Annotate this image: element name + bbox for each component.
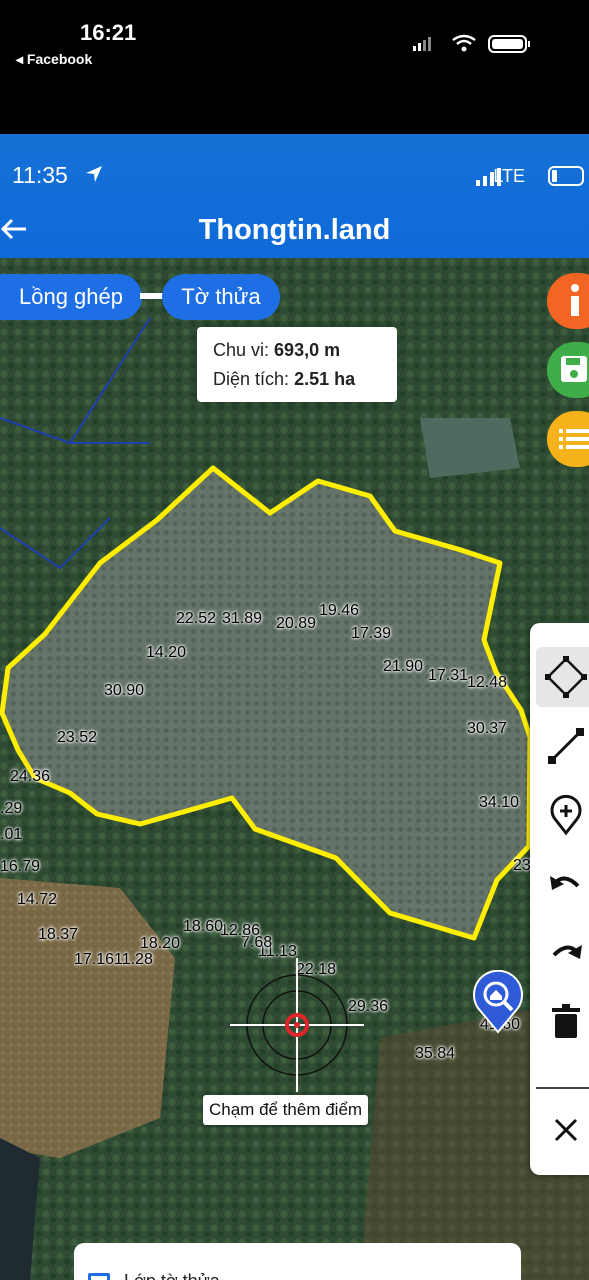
undo-button[interactable] — [536, 854, 589, 914]
app-title: Thongtin.land — [198, 214, 391, 246]
delete-button[interactable] — [536, 992, 589, 1052]
outer-status-bar: 16:21 ◂ Facebook — [0, 0, 589, 134]
segment-label: 12.86 — [220, 922, 261, 939]
redo-icon — [552, 945, 582, 959]
segment-label: 24.36 — [10, 768, 51, 785]
close-icon — [554, 1118, 578, 1142]
list-icon — [559, 429, 589, 449]
segment-label: 23.52 — [57, 729, 98, 746]
area-row: Diện tích: 2.51 ha — [213, 369, 355, 390]
save-icon — [561, 356, 587, 382]
segment-label: 14.20 — [146, 644, 187, 661]
add-point-icon — [550, 794, 582, 836]
layer-bottom-sheet[interactable]: Lớp tờ thửa — [74, 1243, 521, 1280]
segment-label: .29 — [0, 800, 23, 817]
segment-label: 14.72 — [17, 891, 58, 908]
segment-label: 12.48 — [467, 674, 508, 691]
segment-label: 20.89 — [276, 615, 317, 632]
drawing-toolbar — [530, 623, 589, 1175]
segment-label: 18.37 — [38, 926, 79, 943]
app-header: 11:35 LTE Thongtin.land — [0, 134, 589, 258]
segment-label: .01 — [0, 826, 23, 843]
segment-label: 11.28 — [114, 951, 153, 968]
segment-label: 22.52 — [176, 610, 217, 627]
line-tool[interactable] — [536, 716, 589, 776]
map-view[interactable]: 22.52 31.89 20.89 19.46 17.39 21.90 17.3… — [0, 258, 589, 1280]
polygon-select-tool[interactable] — [536, 647, 589, 707]
save-button[interactable] — [547, 342, 589, 398]
location-arrow-icon — [86, 166, 102, 182]
segment-label: 30.37 — [467, 720, 508, 737]
undo-icon — [550, 876, 580, 890]
delete-icon — [552, 1004, 580, 1038]
area-label: Diện tích: — [213, 369, 290, 389]
segment-label: 17.16 — [74, 951, 115, 968]
info-icon — [571, 284, 579, 316]
info-button[interactable] — [547, 273, 589, 329]
redo-button[interactable] — [536, 923, 589, 983]
add-point-tool[interactable] — [536, 785, 589, 845]
segment-label: 18.60 — [183, 918, 224, 935]
chip-connector — [140, 293, 164, 299]
segment-label: 35.84 — [415, 1045, 456, 1062]
battery-icon — [548, 166, 584, 186]
segment-label: 30.90 — [104, 682, 145, 699]
segment-label: 17.39 — [351, 625, 392, 642]
list-button[interactable] — [547, 411, 589, 467]
satellite-map — [0, 258, 589, 1280]
home-search-marker-icon[interactable] — [472, 970, 524, 1034]
outer-clock: 16:21 — [80, 20, 137, 45]
segment-label: 23 — [513, 857, 531, 874]
add-point-hint: Chạm để thêm điểm — [203, 1095, 369, 1125]
app-screen: 11:35 LTE Thongtin.land 22.52 31.89 20.8… — [0, 134, 589, 1280]
crosshair-icon — [230, 958, 364, 1092]
layer-icon — [88, 1273, 110, 1280]
polygon-select-icon — [545, 656, 587, 698]
perimeter-value: 693,0 m — [274, 340, 341, 360]
segment-label: 16.79 — [0, 858, 41, 875]
back-to-facebook-link[interactable]: ◂ Facebook — [16, 51, 92, 68]
close-toolbar-button[interactable] — [536, 1100, 589, 1160]
perimeter-label: Chu vi: — [213, 340, 270, 360]
network-label: LTE — [493, 166, 525, 186]
segment-label: 31.89 — [222, 610, 263, 627]
segment-label: 19.46 — [319, 602, 360, 619]
perimeter-row: Chu vi: 693,0 m — [213, 340, 340, 361]
segment-label: 34.10 — [479, 794, 520, 811]
inner-clock: 11:35 — [12, 162, 68, 188]
segment-label: 21.90 — [383, 658, 424, 675]
segment-label: 17.31 — [428, 667, 469, 684]
area-value: 2.51 ha — [294, 369, 356, 389]
measurement-info-box: Chu vi: 693,0 m Diện tích: 2.51 ha — [197, 327, 397, 402]
toolbar-divider — [536, 1087, 589, 1089]
parcel-chip[interactable]: Tờ thửa — [162, 274, 280, 320]
overlay-chip[interactable]: Lồng ghép — [0, 274, 142, 320]
outer-status-icons — [413, 34, 530, 53]
layer-sheet-label: Lớp tờ thửa — [124, 1271, 220, 1280]
line-tool-icon — [548, 728, 584, 764]
